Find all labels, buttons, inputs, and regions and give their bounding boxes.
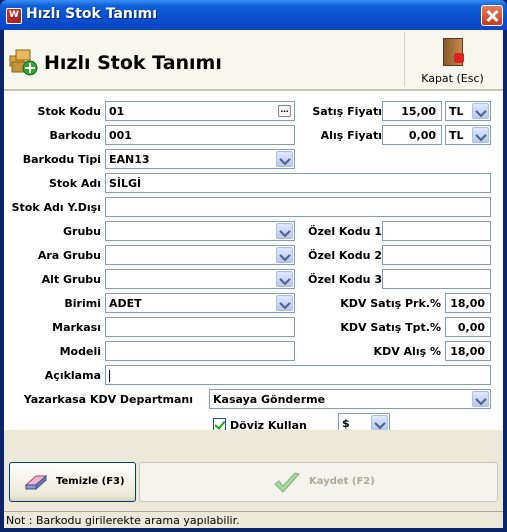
kdv-satis-tpt-value: 0,00 (457, 321, 485, 334)
window-title: Hızlı Stok Tanımı (26, 6, 158, 22)
satis-fiyati-label: Satış Fiyatı (312, 105, 382, 118)
ozel-kodu-1-input[interactable] (382, 221, 491, 241)
doviz-currency-value: $ (342, 417, 350, 430)
stok-adi-ydisi-label: Stok Adı Y.Dışı (11, 201, 101, 214)
close-form-button[interactable]: Kapat (Esc) (404, 32, 499, 86)
birimi-value: ADET (109, 297, 142, 310)
barkodu-input[interactable]: 001 (105, 125, 295, 145)
button-bar: Temizle (F3) Kaydet (F2) (4, 430, 503, 511)
modeli-label: Modeli (59, 345, 101, 358)
chevron-down-icon[interactable] (276, 223, 293, 239)
ozel-kodu-1-label: Özel Kodu 1 (308, 225, 382, 238)
satis-currency-value: TL (449, 105, 464, 118)
alis-fiyati-value: 0,00 (408, 129, 436, 142)
barkodu-tipi-label: Barkodu Tipi (22, 153, 101, 166)
markasi-label: Markası (52, 321, 101, 334)
chevron-down-icon[interactable] (276, 271, 293, 287)
kdv-satis-prk-input[interactable]: 18,00 (445, 293, 491, 313)
alis-currency-value: TL (449, 129, 464, 142)
ozel-kodu-2-label: Özel Kodu 2 (308, 249, 382, 262)
checkmark-icon (274, 472, 300, 493)
markasi-input[interactable] (105, 317, 295, 337)
satis-currency-select[interactable]: TL (445, 101, 491, 121)
form-header: Hızlı Stok Tanımı Kapat (Esc) (4, 30, 503, 90)
satis-fiyati-value: 15,00 (401, 105, 436, 118)
alis-currency-select[interactable]: TL (445, 125, 491, 145)
barkodu-value: 001 (109, 129, 132, 142)
chevron-down-icon[interactable] (276, 295, 293, 311)
stok-adi-ydisi-input[interactable] (105, 197, 491, 217)
yazarkasa-label: Yazarkasa KDV Departmanı (23, 393, 193, 406)
exit-door-icon (443, 38, 464, 66)
clear-button[interactable]: Temizle (F3) (9, 462, 136, 502)
ara-grubu-select[interactable] (105, 245, 295, 265)
save-button-label: Kaydet (F2) (309, 476, 375, 487)
client-area: Hızlı Stok Tanımı Kapat (Esc) Stok Kodu … (4, 30, 503, 528)
clear-button-label: Temizle (F3) (56, 476, 125, 487)
alis-fiyati-input[interactable]: 0,00 (382, 125, 442, 145)
stok-kodu-value: 01 (109, 105, 125, 118)
aciklama-input[interactable] (105, 365, 491, 385)
birimi-select[interactable]: ADET (105, 293, 295, 313)
chevron-down-icon[interactable] (371, 415, 388, 431)
stok-kodu-label: Stok Kodu (37, 105, 101, 118)
stok-adi-input[interactable]: SİLGİ (105, 173, 491, 193)
chevron-down-icon[interactable] (472, 103, 489, 119)
ozel-kodu-2-input[interactable] (382, 245, 491, 265)
chevron-down-icon[interactable] (276, 247, 293, 263)
status-text: Not : Barkodu girilerekte arama yapılabi… (6, 514, 240, 527)
alt-grubu-select[interactable] (105, 269, 295, 289)
stok-kodu-input[interactable]: 01 … (105, 101, 295, 121)
aciklama-label: Açıklama (44, 369, 101, 382)
kdv-satis-prk-label: KDV Satış Prk.% (340, 297, 441, 310)
alt-grubu-label: Alt Grubu (41, 273, 101, 286)
yazarkasa-select[interactable]: Kasaya Gönderme (209, 389, 491, 409)
ozel-kodu-3-label: Özel Kodu 3 (308, 273, 382, 286)
birimi-label: Birimi (64, 297, 101, 310)
close-form-label: Kapat (Esc) (421, 72, 484, 85)
eraser-icon (24, 474, 48, 491)
app-icon (6, 8, 22, 24)
status-bar: Not : Barkodu girilerekte arama yapılabi… (4, 511, 503, 528)
kdv-satis-tpt-label: KDV Satış Tpt.% (340, 321, 441, 334)
kdv-alis-label: KDV Alış % (373, 345, 441, 358)
grubu-label: Grubu (63, 225, 101, 238)
alis-fiyati-label: Alış Fiyatı (320, 129, 382, 142)
barkodu-tipi-value: EAN13 (109, 153, 150, 166)
kdv-satis-prk-value: 18,00 (450, 297, 485, 310)
ozel-kodu-3-input[interactable] (382, 269, 491, 289)
chevron-down-icon[interactable] (472, 391, 489, 407)
stock-add-icon (9, 49, 38, 76)
form-title: Hızlı Stok Tanımı (44, 52, 222, 74)
save-button[interactable]: Kaydet (F2) (139, 462, 498, 502)
grubu-select[interactable] (105, 221, 295, 241)
kdv-alis-value: 18,00 (450, 345, 485, 358)
barkodu-tipi-select[interactable]: EAN13 (105, 149, 295, 169)
stok-kodu-browse-button[interactable]: … (278, 105, 291, 117)
stok-adi-value: SİLGİ (109, 177, 142, 190)
quick-stock-window: Hızlı Stok Tanımı Hızlı Stok Tanımı Kapa… (0, 0, 507, 532)
kdv-satis-tpt-input[interactable]: 0,00 (445, 317, 491, 337)
satis-fiyati-input[interactable]: 15,00 (382, 101, 442, 121)
title-bar[interactable]: Hızlı Stok Tanımı (0, 0, 507, 30)
kdv-alis-input[interactable]: 18,00 (445, 341, 491, 361)
barkodu-label: Barkodu (49, 129, 101, 142)
text-cursor (109, 370, 110, 382)
ara-grubu-label: Ara Grubu (37, 249, 101, 262)
stok-adi-label: Stok Adı (48, 177, 101, 190)
yazarkasa-value: Kasaya Gönderme (213, 393, 326, 406)
chevron-down-icon[interactable] (276, 151, 293, 167)
modeli-input[interactable] (105, 341, 295, 361)
window-close-button[interactable] (481, 5, 503, 26)
chevron-down-icon[interactable] (472, 127, 489, 143)
